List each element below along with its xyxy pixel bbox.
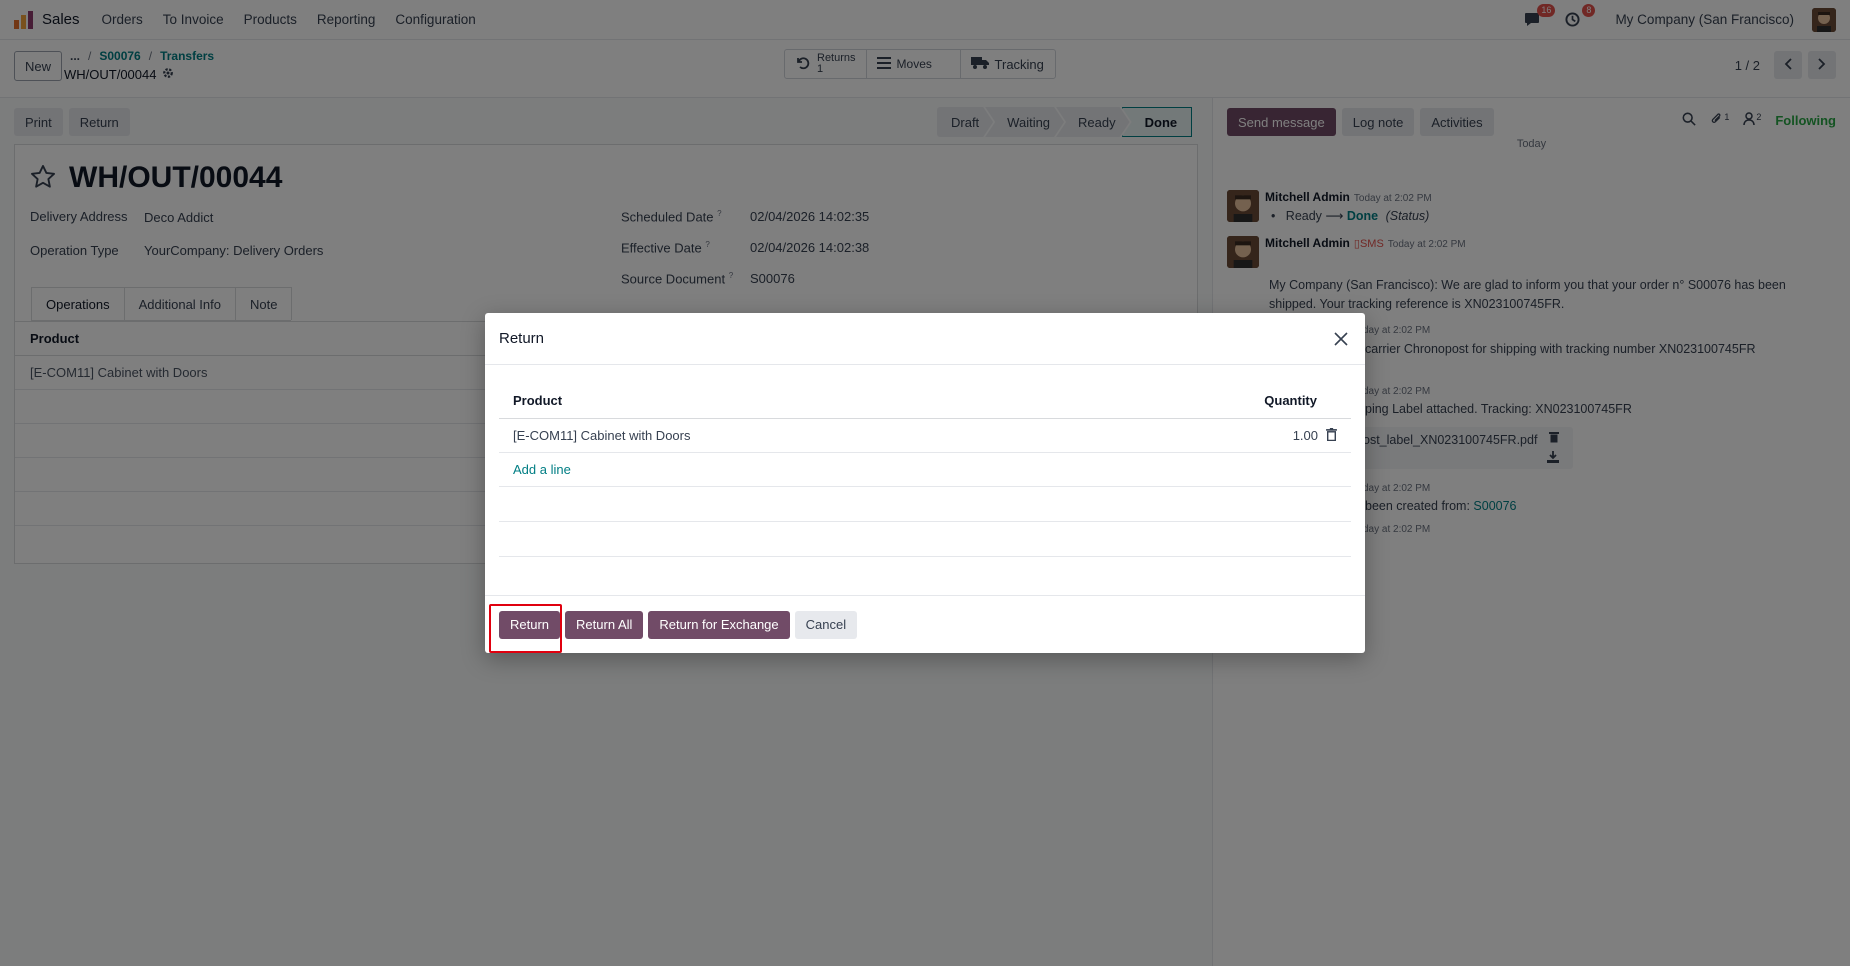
- return-lines-header: Product Quantity: [499, 383, 1351, 419]
- add-line-link[interactable]: Add a line: [513, 462, 571, 477]
- dialog-title: Return: [499, 330, 545, 347]
- return-all-button[interactable]: Return All: [565, 610, 644, 639]
- return-dialog: Return Product Quantity [E-COM11] Cabine…: [485, 313, 1365, 653]
- dialog-footer: Return Return All Return for Exchange Ca…: [485, 595, 1365, 653]
- quantity-column-header[interactable]: Quantity: [1264, 393, 1317, 408]
- table-row[interactable]: [E-COM11] Cabinet with Doors 1.00: [499, 419, 1351, 453]
- return-lines-table: Product Quantity [E-COM11] Cabinet with …: [499, 383, 1351, 557]
- add-line-row: Add a line: [499, 453, 1351, 487]
- cancel-button[interactable]: Cancel: [794, 610, 858, 639]
- dialog-header: Return: [485, 313, 1365, 365]
- trash-icon[interactable]: [1326, 427, 1337, 444]
- return-confirm-button[interactable]: Return: [499, 610, 561, 639]
- close-icon[interactable]: [1331, 329, 1351, 349]
- table-row-empty: [499, 487, 1351, 522]
- table-row-empty: [499, 522, 1351, 557]
- return-for-exchange-button[interactable]: Return for Exchange: [648, 610, 790, 639]
- product-column-header[interactable]: Product: [513, 393, 562, 408]
- return-product-cell[interactable]: [E-COM11] Cabinet with Doors: [513, 428, 691, 443]
- return-quantity-cell[interactable]: 1.00: [1293, 428, 1318, 443]
